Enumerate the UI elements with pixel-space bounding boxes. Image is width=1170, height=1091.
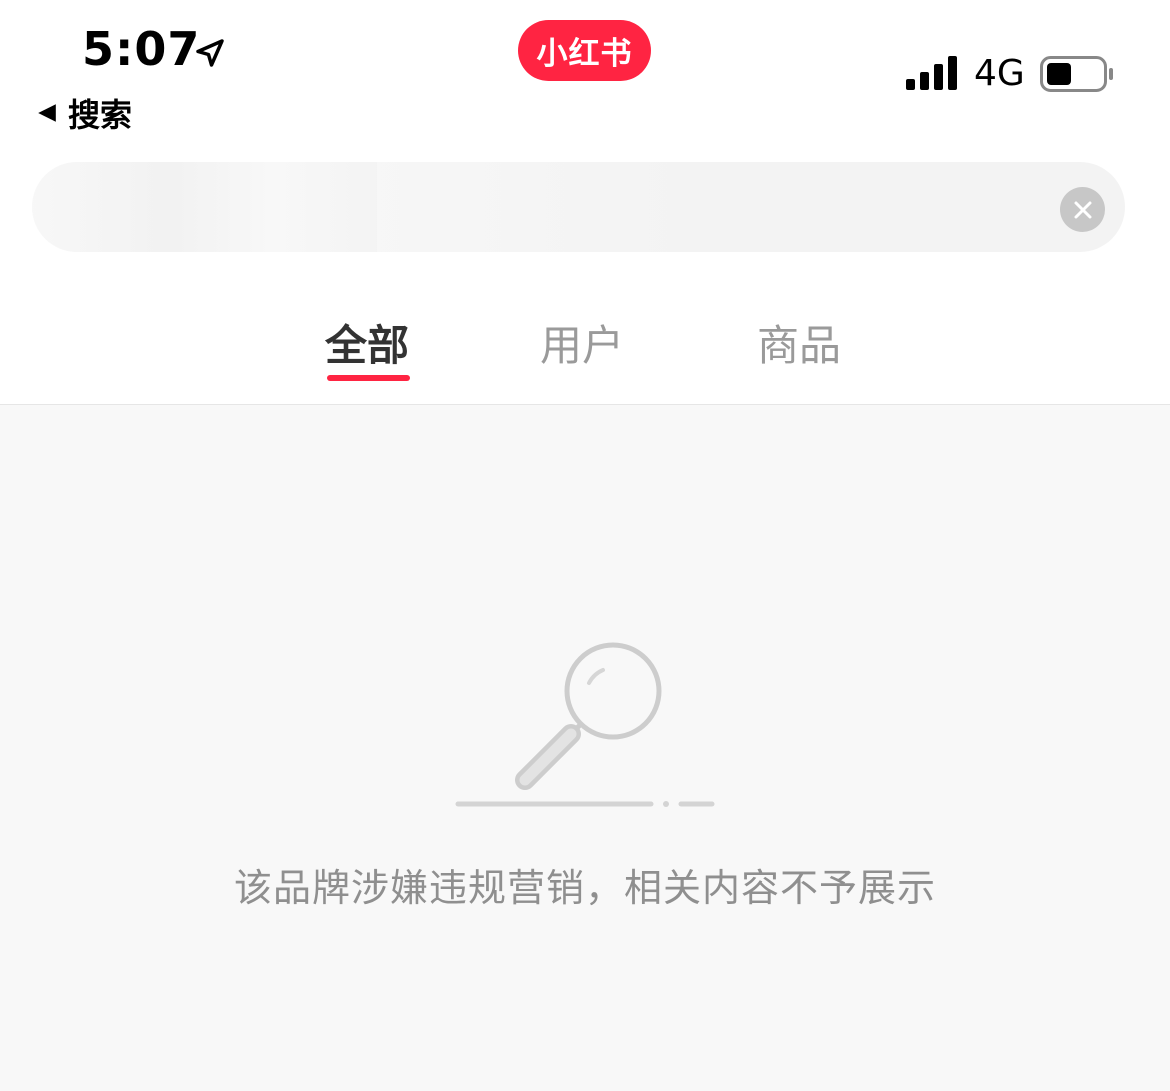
tab-users[interactable]: 用户: [540, 312, 624, 373]
empty-results-area: 该品牌涉嫌违规营销，相关内容不予展示: [0, 405, 1170, 1091]
clear-x-icon: [1074, 201, 1091, 218]
result-tabs: 全部 用户 商品: [0, 300, 1170, 404]
clear-search-button[interactable]: [1060, 187, 1105, 232]
active-tab-indicator: [327, 375, 410, 381]
back-to-search-link[interactable]: 搜索: [36, 90, 132, 136]
status-time: 5:07: [82, 22, 201, 76]
magnifying-glass-icon: [455, 642, 715, 807]
brand-logo: 小红书: [518, 20, 651, 81]
network-type: 4G: [974, 53, 1025, 94]
signal-bars-icon: [906, 56, 957, 90]
search-query-redacted: [32, 162, 377, 252]
location-arrow-icon: [196, 39, 224, 67]
empty-state-message: 该品牌涉嫌违规营销，相关内容不予展示: [233, 866, 936, 910]
tab-all[interactable]: 全部: [325, 312, 409, 373]
back-triangle-icon: [38, 104, 56, 122]
header: 5:07 搜索 小红书 4G 全部 用户 商品: [0, 0, 1170, 404]
back-label: 搜索: [68, 96, 133, 134]
tab-products[interactable]: 商品: [757, 312, 841, 373]
battery-icon: [1040, 56, 1113, 92]
